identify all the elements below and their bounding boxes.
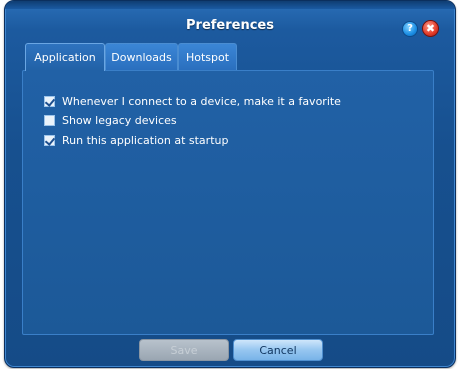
run-at-startup-label: Run this application at startup [62, 134, 229, 147]
tab-hotspot[interactable]: Hotspot [178, 43, 237, 70]
close-icon[interactable]: ✖ [423, 21, 438, 36]
dialog-title: Preferences [186, 18, 274, 33]
window-top-bar [5, 1, 455, 9]
cancel-button[interactable]: Cancel [233, 339, 323, 361]
legacy-devices-label: Show legacy devices [62, 114, 177, 127]
run-at-startup-checkbox[interactable] [44, 135, 55, 146]
save-button[interactable]: Save [139, 339, 229, 361]
favorite-label: Whenever I connect to a device, make it … [62, 95, 341, 108]
tab-application[interactable]: Application [25, 43, 105, 71]
legacy-devices-checkbox[interactable] [44, 115, 55, 126]
option-favorite[interactable]: Whenever I connect to a device, make it … [44, 95, 341, 108]
option-legacy-devices[interactable]: Show legacy devices [44, 114, 177, 127]
page: Preferences ? ✖ Application Downloads Ho… [0, 0, 458, 369]
tab-content-panel [22, 70, 434, 335]
tab-downloads[interactable]: Downloads [105, 43, 178, 70]
help-icon[interactable]: ? [403, 22, 417, 36]
option-run-at-startup[interactable]: Run this application at startup [44, 134, 228, 147]
favorite-checkbox[interactable] [44, 96, 55, 107]
